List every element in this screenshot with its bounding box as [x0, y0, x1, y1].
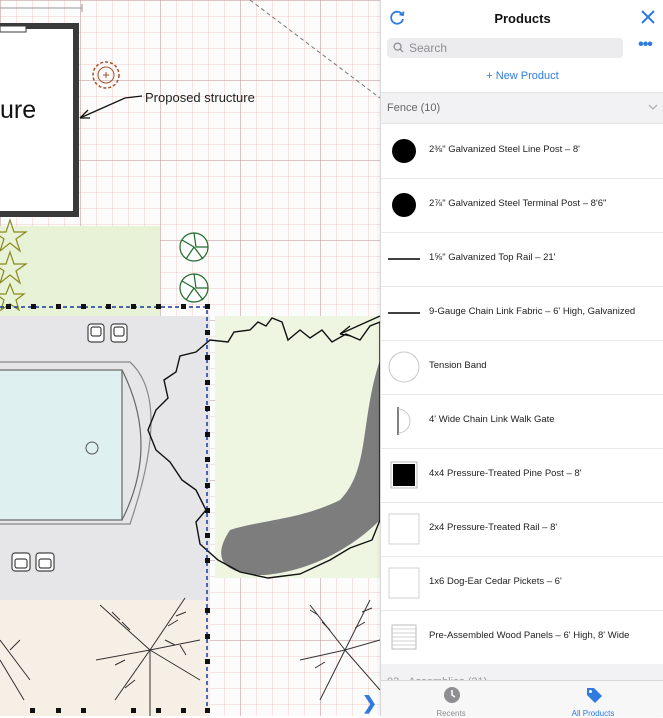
search-box[interactable]: [387, 38, 623, 58]
tab-label: Recents: [436, 709, 466, 718]
product-row[interactable]: Pre-Assembled Wood Panels – 6' High, 8' …: [381, 610, 663, 665]
tag-icon: [587, 688, 602, 703]
products-panel: Products ••• + New Product Fence (10) 2⅜…: [380, 0, 663, 718]
filled-circle-icon: [392, 193, 416, 217]
section-title: Fence (10): [387, 102, 441, 114]
product-row[interactable]: 4' Wide Chain Link Walk Gate: [381, 394, 663, 449]
product-row[interactable]: 2⅜" Galvanized Steel Line Post – 8': [381, 124, 663, 179]
product-name: 2⅞" Galvanized Steel Terminal Post – 8'6…: [429, 198, 607, 209]
panel-title: Products: [494, 11, 551, 26]
close-icon[interactable]: [640, 9, 656, 25]
tab-all-products[interactable]: All Products: [523, 681, 663, 718]
product-name: 4' Wide Chain Link Walk Gate: [429, 414, 555, 425]
structure-label: ure: [0, 96, 37, 124]
product-name: Tension Band: [429, 360, 487, 371]
product-row[interactable]: 4x4 Pressure-Treated Pine Post – 8': [381, 448, 663, 503]
line-icon: [388, 312, 420, 314]
product-row[interactable]: 1⅝" Galvanized Top Rail – 21': [381, 232, 663, 287]
product-name: 2x4 Pressure-Treated Rail – 8': [429, 522, 558, 533]
shrub-green-icon[interactable]: [179, 232, 209, 303]
site-plan-drawing: [0, 0, 380, 716]
search-icon: [393, 42, 404, 53]
new-product-button[interactable]: + New Product: [381, 70, 663, 82]
property-line: [249, 0, 380, 99]
outline-circle-icon: [388, 351, 420, 383]
product-name: 9-Gauge Chain Link Fabric – 6' High, Gal…: [429, 306, 636, 317]
proposed-structure-label[interactable]: Proposed structure: [145, 90, 255, 105]
outline-square-icon: [388, 567, 420, 599]
search-input[interactable]: [409, 39, 614, 57]
clock-icon: [444, 687, 460, 703]
filled-square-icon: [390, 461, 418, 489]
shrub-brown-icon[interactable]: [92, 61, 120, 89]
outline-square-icon: [388, 513, 420, 545]
product-row[interactable]: 1x6 Dog-Ear Cedar Pickets – 6': [381, 556, 663, 611]
panel-header: Products: [381, 0, 663, 36]
site-plan-canvas[interactable]: ure Proposed structure ❯: [0, 0, 380, 716]
more-options-button[interactable]: •••: [633, 37, 657, 54]
product-name: Pre-Assembled Wood Panels – 6' High, 8' …: [429, 630, 630, 641]
section-header-fence[interactable]: Fence (10): [381, 92, 663, 124]
filled-circle-icon: [392, 139, 416, 163]
product-name: 1x6 Dog-Ear Cedar Pickets – 6': [429, 576, 562, 587]
line-icon: [388, 258, 420, 260]
product-row[interactable]: Tension Band: [381, 340, 663, 395]
chevron-down-icon: [648, 104, 658, 110]
product-name: 2⅜" Galvanized Steel Line Post – 8': [429, 144, 580, 155]
tab-label: All Products: [571, 709, 615, 718]
product-row[interactable]: 2x4 Pressure-Treated Rail – 8': [381, 502, 663, 557]
product-row[interactable]: 2⅞" Galvanized Steel Terminal Post – 8'6…: [381, 178, 663, 233]
tab-bar: Recents All Products: [381, 680, 663, 718]
product-name: 1⅝" Galvanized Top Rail – 21': [429, 252, 556, 263]
label-leader: [79, 95, 143, 119]
striped-square-icon: [391, 624, 417, 650]
structure-door: [0, 25, 27, 33]
gate-icon: [397, 407, 411, 435]
product-row[interactable]: 9-Gauge Chain Link Fabric – 6' High, Gal…: [381, 286, 663, 341]
product-name: 4x4 Pressure-Treated Pine Post – 8': [429, 468, 582, 479]
tab-recents[interactable]: Recents: [381, 681, 521, 718]
expand-panel-chevron-icon[interactable]: ❯: [362, 693, 377, 714]
